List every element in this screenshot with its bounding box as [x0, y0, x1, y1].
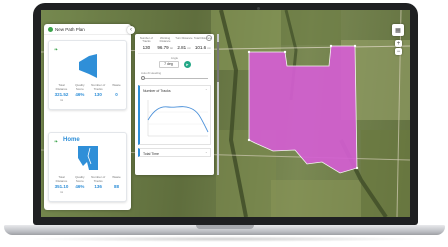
angle-input[interactable]: 7 deg	[158, 61, 179, 68]
stat-label: Quality Score	[75, 175, 85, 183]
metric-value: 2.81 mi	[177, 45, 191, 50]
angle-row: 7 deg ➤	[135, 61, 214, 68]
summary-metrics: Number of Tracks 130 Working Distance 96…	[135, 34, 214, 50]
slider-track	[141, 77, 208, 79]
details-scrollbar-thumb[interactable]	[217, 42, 219, 82]
stat-label: Total Distance	[55, 175, 68, 183]
metric-value: 130	[142, 45, 151, 50]
layers-icon: ▦	[395, 27, 401, 34]
stat-label: Quality Score	[75, 83, 85, 91]
metric-value: 101.6 mi	[194, 45, 211, 50]
stat-value: 351.10	[54, 184, 69, 189]
path-plans-panel: New Path Plan ❧ Total Distance 321.52 mi…	[44, 24, 131, 210]
stat-label: Total Distance	[55, 83, 68, 91]
stat-number-of-tracks: Number of Tracks 136	[90, 175, 107, 194]
metric-value: 96.79 mi	[157, 45, 173, 50]
plus-icon: +	[396, 40, 401, 47]
tracks-chart	[147, 100, 209, 137]
stat-value: 46%	[75, 92, 85, 97]
plan-stats: Total Distance 351.10 mi Quality Score 4…	[53, 175, 125, 194]
apply-angle-button[interactable]: ➤	[183, 61, 191, 68]
auto-fit-label: Auto-fit Heading	[141, 71, 162, 75]
total-time-section[interactable]: Total Time ˇ	[138, 148, 211, 157]
section-title: Total Time	[143, 151, 159, 156]
stat-waste: Waste 0	[108, 83, 125, 102]
slider-knob[interactable]	[141, 76, 145, 80]
metric-turn-distance: Turn Distance 2.81 mi	[175, 36, 193, 50]
stat-total-distance: Total Distance 351.10 mi	[53, 175, 70, 194]
layers-button[interactable]: ▦	[392, 24, 404, 36]
stat-label: Number of Tracks	[91, 175, 106, 183]
section-title: Number of Tracks	[143, 89, 171, 93]
chevron-down-icon[interactable]: ˇ	[206, 151, 207, 156]
settings-gear-icon[interactable]	[206, 35, 212, 41]
arrow-icon: ➤	[185, 62, 189, 67]
plan-card-home[interactable]: ❧ Home Total Distance 351.10 mi Quality …	[48, 132, 127, 202]
stat-unit: mi	[59, 190, 64, 194]
metric-label: Number of Tracks	[139, 36, 153, 44]
metric-label: Turn Distance	[175, 36, 193, 40]
stat-label: Waste	[112, 175, 121, 179]
stat-label: Number of Tracks	[91, 83, 106, 91]
minus-icon: −	[396, 48, 401, 55]
plan-name: Home	[63, 137, 80, 143]
stat-waste: Waste 88	[108, 175, 125, 194]
zoom-in-button[interactable]: +	[395, 40, 402, 47]
stat-value: 46%	[75, 184, 85, 189]
auto-fit-slider[interactable]	[141, 76, 208, 80]
stat-quality-score: Quality Score 46%	[71, 175, 88, 194]
leaf-icon: ❧	[54, 47, 59, 53]
stat-unit: mi	[59, 98, 64, 102]
stat-value: 0	[115, 92, 118, 97]
divider	[138, 53, 211, 54]
laptop-shadow	[20, 236, 428, 242]
stat-value: 321.52	[54, 92, 69, 97]
zoom-out-button[interactable]: −	[395, 48, 402, 55]
plan-details-panel: Number of Tracks 130 Working Distance 96…	[135, 34, 214, 175]
app-logo-icon	[48, 26, 53, 32]
stat-quality-score: Quality Score 46%	[71, 83, 88, 102]
chevron-up-icon[interactable]: ˆ	[206, 88, 207, 93]
metric-number-of-tracks: Number of Tracks 130	[137, 36, 155, 50]
plan-stats: Total Distance 321.52 mi Quality Score 4…	[53, 83, 125, 102]
metric-working-distance: Working Distance 96.79 mi	[156, 36, 174, 50]
collapse-panel-button[interactable]: ‹	[127, 26, 135, 34]
panel-title: New Path Plan	[55, 26, 85, 32]
field-thumbnail	[78, 146, 98, 170]
stat-total-distance: Total Distance 321.52 mi	[53, 83, 70, 102]
screen: ▦ + − New Path Plan ❧ Total Distance 321…	[41, 10, 410, 217]
laptop-notch	[196, 225, 254, 229]
stat-label: Waste	[112, 83, 121, 87]
field-thumbnail	[79, 54, 97, 78]
number-of-tracks-section[interactable]: Number of Tracks ˆ	[138, 85, 211, 145]
chevron-left-icon: ‹	[130, 27, 132, 33]
stat-value: 130	[94, 92, 102, 97]
metric-label: Working Distance	[159, 36, 171, 44]
plan-card[interactable]: ❧ Total Distance 321.52 mi Quality Score…	[48, 40, 127, 110]
stat-value: 136	[94, 184, 102, 189]
panel-header: New Path Plan	[44, 24, 131, 35]
stat-value: 88	[113, 184, 119, 189]
stat-number-of-tracks: Number of Tracks 130	[90, 83, 107, 102]
leaf-icon: ❧	[54, 139, 59, 145]
angle-label: Angle	[170, 56, 179, 60]
